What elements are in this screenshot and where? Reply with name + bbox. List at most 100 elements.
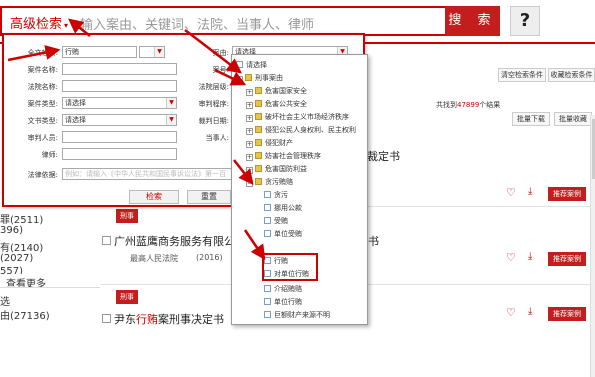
folder-icon: [255, 113, 262, 120]
tree-item[interactable]: 请选择: [236, 59, 267, 71]
tree-item[interactable]: 单位行贿: [264, 296, 302, 308]
search-button[interactable]: 搜 索: [445, 6, 500, 36]
tree-item[interactable]: − 贪污贿赂: [246, 176, 293, 188]
judge-label: 审判人员:: [27, 134, 58, 142]
law-basis-input[interactable]: 例如：请输入《中华人民共和国民事诉讼法》第一百: [62, 168, 232, 180]
case-checkbox[interactable]: [102, 314, 111, 323]
chevron-down-icon: ▼: [166, 98, 176, 108]
filter-item[interactable]: 557): [0, 266, 23, 274]
download-icon[interactable]: ⤓: [528, 251, 532, 262]
tree-item[interactable]: 受贿: [264, 215, 288, 227]
expand-icon[interactable]: +: [246, 128, 253, 135]
court-level-label: 法院层级:: [198, 83, 229, 91]
folder-icon: [255, 152, 262, 159]
court-name-input[interactable]: [62, 80, 177, 92]
tree-item[interactable]: + 妨害社会管理秩序: [246, 150, 321, 162]
tree-item[interactable]: + 危害国家安全: [246, 85, 307, 97]
tree-item[interactable]: 挪用公款: [264, 202, 302, 214]
recommend-case-button[interactable]: 推荐案例: [548, 252, 586, 266]
tree-item[interactable]: 单位受贿: [264, 228, 302, 240]
tree-item[interactable]: − 刑事案由: [236, 72, 283, 84]
judge-date-label: 裁判日期:: [198, 117, 229, 125]
heart-icon[interactable]: ♡: [506, 186, 516, 199]
recommend-case-button[interactable]: 推荐案例: [548, 187, 586, 201]
trial-procedure-label: 审判程序:: [198, 100, 229, 108]
tree-item[interactable]: + 破坏社会主义市场经济秩序: [246, 111, 349, 123]
batch-download-button[interactable]: 批量下载: [512, 112, 550, 126]
search-box[interactable]: 高级检索 ▾ 输入案由、关键词、法院、当事人、律师: [0, 6, 447, 36]
search-input[interactable]: 输入案由、关键词、法院、当事人、律师: [80, 14, 314, 33]
fulltext-input[interactable]: 行贿: [62, 46, 137, 58]
case-type-label: 案件类型:: [27, 100, 58, 108]
document-icon: [264, 285, 271, 292]
filter-item[interactable]: 396): [0, 225, 23, 236]
collapse-icon[interactable]: −: [246, 180, 253, 187]
expand-icon[interactable]: +: [246, 141, 253, 148]
save-conditions-button[interactable]: 收藏检索条件: [548, 68, 595, 82]
tree-item[interactable]: 贪污: [264, 189, 288, 201]
case-checkbox[interactable]: [102, 236, 111, 245]
fulltext-scope-select[interactable]: ▼: [139, 46, 165, 58]
case-court: 最高人民法院: [130, 254, 178, 263]
document-icon: [264, 204, 271, 211]
tree-item[interactable]: + 危害国防利益: [246, 163, 307, 175]
folder-icon: [255, 139, 262, 146]
lawyer-label: 律师:: [41, 151, 58, 159]
case-name-label: 案件名称:: [27, 66, 58, 74]
document-icon: [264, 191, 271, 198]
tree-item[interactable]: + 危害公共安全: [246, 98, 307, 110]
court-name-label: 法院名称:: [27, 83, 58, 91]
expand-icon[interactable]: +: [246, 89, 253, 96]
party-label: 当事人:: [205, 134, 229, 142]
sidebar-divider: [0, 287, 100, 288]
document-icon: [264, 298, 271, 305]
document-icon: [236, 61, 243, 68]
reset-button[interactable]: 重置: [187, 190, 231, 204]
tree-item[interactable]: + 侵犯财产: [246, 137, 293, 149]
case-type-select[interactable]: 请选择 ▼: [62, 97, 177, 109]
chevron-down-icon: ▼: [166, 115, 176, 125]
tree-item[interactable]: 介绍贿赂: [264, 283, 302, 295]
case-reason-tree-dropdown: 请选择 − 刑事案由 + 危害国家安全 + 危害公共安全 + 破坏社会主义市场经济秩序 …: [231, 54, 595, 377]
advanced-search-toggle[interactable]: 高级检索 ▾: [10, 13, 68, 32]
folder-icon: [255, 126, 262, 133]
recommend-case-button[interactable]: 推荐案例: [548, 307, 586, 321]
heart-icon[interactable]: ♡: [506, 306, 516, 319]
expand-icon[interactable]: +: [246, 102, 253, 109]
case-name-input[interactable]: [62, 63, 177, 75]
chevron-down-icon: ▼: [154, 47, 164, 57]
judge-input[interactable]: [62, 131, 177, 143]
document-icon: [264, 230, 271, 237]
adv-search-button[interactable]: 检索: [129, 190, 179, 204]
batch-save-button[interactable]: 批量收藏: [554, 112, 592, 126]
filter-item[interactable]: 罪(2511): [0, 211, 43, 226]
tree-item[interactable]: 巨额财产来源不明: [264, 309, 330, 321]
clear-conditions-button[interactable]: 清空检索条件: [498, 68, 546, 82]
doc-type-select[interactable]: 请选择 ▼: [62, 114, 177, 126]
filter-item[interactable]: 有(2140): [0, 239, 43, 254]
expand-icon[interactable]: +: [246, 115, 253, 122]
expand-icon[interactable]: +: [246, 167, 253, 174]
folder-icon: [255, 100, 262, 107]
filter-item[interactable]: (2027): [0, 253, 33, 264]
help-button[interactable]: ?: [510, 6, 540, 36]
law-basis-label: 法律依据:: [27, 171, 58, 179]
filter-item[interactable]: 由(27136): [0, 307, 50, 322]
tree-item[interactable]: + 侵犯公民人身权利、民主权利: [246, 124, 356, 136]
expand-icon[interactable]: +: [246, 154, 253, 161]
result-count: 共找到47899个结果: [436, 101, 501, 109]
case-year: (2016): [196, 253, 223, 262]
case-type-badge: 刑事: [116, 290, 138, 304]
download-icon[interactable]: ⤓: [528, 186, 532, 197]
download-icon[interactable]: ⤓: [528, 306, 532, 317]
case-title-tail[interactable]: 书: [368, 233, 379, 249]
chevron-down-icon: ▾: [64, 21, 69, 30]
tree-scrollbar[interactable]: [590, 115, 595, 377]
folder-icon: [255, 178, 262, 185]
lawyer-input[interactable]: [62, 148, 177, 160]
document-icon: [264, 217, 271, 224]
case-title[interactable]: 广州蓝鹰商务服务有限公: [114, 233, 235, 249]
collapse-icon[interactable]: −: [236, 76, 243, 83]
folder-icon: [255, 165, 262, 172]
heart-icon[interactable]: ♡: [506, 251, 516, 264]
